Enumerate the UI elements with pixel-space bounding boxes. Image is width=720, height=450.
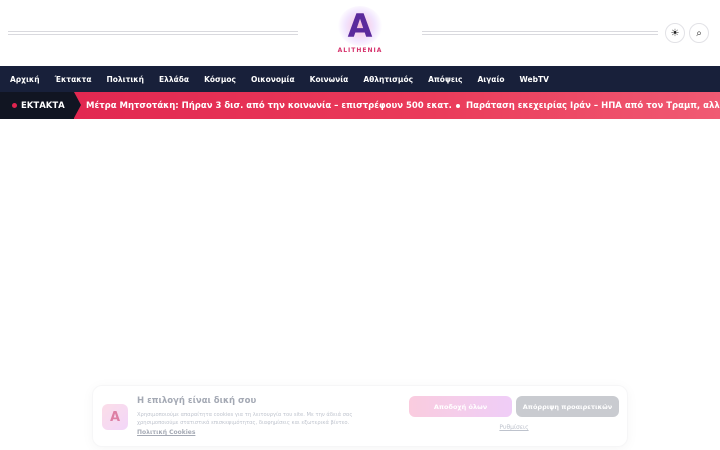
- header-decor-line-left: [8, 31, 298, 35]
- nav-item-greece[interactable]: Ελλάδα: [159, 75, 189, 84]
- logo-text: ALITHENIA: [337, 47, 383, 54]
- logo-mark: A: [347, 7, 373, 45]
- cookie-consent-banner: A Η επιλογή είναι δική σου Χρησιμοποιούμ…: [92, 385, 628, 447]
- nav-item-politics[interactable]: Πολιτική: [107, 75, 144, 84]
- cookie-description: Χρησιμοποιούμε απαραίτητα cookies για τη…: [137, 412, 353, 426]
- nav-item-webtv[interactable]: WebTV: [520, 75, 549, 84]
- breaking-news-ticker: Μέτρα Μητσοτάκη: Πήραν 3 δισ. από την κο…: [0, 92, 720, 119]
- nav-item-opinions[interactable]: Απόψεις: [428, 75, 462, 84]
- ticker-item[interactable]: Παράταση εκεχειρίας Ιράν – ΗΠΑ από τον Τ…: [456, 92, 720, 119]
- ticker-label: ΕΚΤΑΚΤΑ: [0, 92, 74, 119]
- ticker-label-arrow: [74, 92, 81, 118]
- nav-item-breaking[interactable]: Έκτακτα: [55, 75, 92, 84]
- nav-item-aegean[interactable]: Αιγαίο: [477, 75, 504, 84]
- ticker-label-text: ΕΚΤΑΚΤΑ: [21, 100, 65, 111]
- bullet-icon: [456, 103, 460, 108]
- sun-icon: ☀: [670, 27, 680, 39]
- cookie-logo-mark: A: [109, 409, 121, 425]
- ticker-item-text: Μέτρα Μητσοτάκη: Πήραν 3 δισ. από την κο…: [86, 100, 452, 111]
- site-logo[interactable]: A ALITHENIA: [332, 6, 388, 58]
- nav-item-sports[interactable]: Αθλητισμός: [363, 75, 413, 84]
- cookie-title: Η επιλογή είναι δική σου: [137, 396, 257, 406]
- ticker-item[interactable]: Μέτρα Μητσοτάκη: Πήραν 3 δισ. από την κο…: [86, 92, 452, 119]
- site-header: A ALITHENIA ☀ ⌕: [0, 0, 720, 66]
- ticker-item-text: Παράταση εκεχειρίας Ιράν – ΗΠΑ από τον Τ…: [466, 100, 720, 111]
- main-navigation: Αρχική Έκτακτα Πολιτική Ελλάδα Κόσμος Οι…: [0, 66, 720, 92]
- cookie-banner-logo: A: [102, 404, 128, 430]
- cookie-policy-link[interactable]: Πολιτική Cookies: [137, 429, 195, 436]
- theme-toggle-button[interactable]: ☀: [665, 23, 685, 43]
- header-decor-line-right: [422, 31, 658, 35]
- search-button[interactable]: ⌕: [689, 23, 709, 43]
- nav-item-world[interactable]: Κόσμος: [204, 75, 236, 84]
- live-dot-icon: [12, 103, 17, 108]
- accept-all-button[interactable]: Αποδοχή όλων: [409, 396, 512, 417]
- nav-item-economy[interactable]: Οικονομία: [251, 75, 295, 84]
- nav-item-home[interactable]: Αρχική: [10, 75, 40, 84]
- reject-optional-button[interactable]: Απόρριψη προαιρετικών: [516, 396, 619, 417]
- nav-item-society[interactable]: Κοινωνία: [310, 75, 349, 84]
- cookie-settings-link[interactable]: Ρυθμίσεις: [409, 424, 619, 431]
- search-icon: ⌕: [696, 27, 702, 39]
